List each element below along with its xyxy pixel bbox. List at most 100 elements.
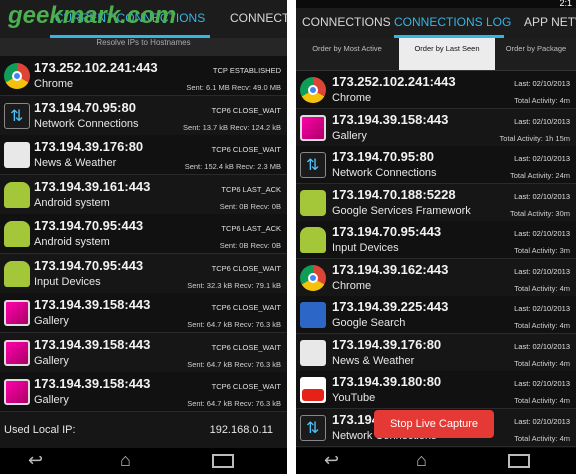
log-activity: Total Activity: 24m (509, 171, 570, 180)
tab-connections-log[interactable]: CONNECTIONS LOG (394, 8, 511, 38)
log-row[interactable]: 173.194.39.162:443 Chrome Last: 02/10/2013… (296, 258, 576, 297)
connection-row[interactable]: 173.194.39.158:443 Gallery TCP6 CLOSE_WAIT… (0, 372, 287, 412)
log-row[interactable]: 173.194.39.158:443 Gallery Last: 02/10/201… (296, 108, 576, 147)
connection-row[interactable]: 173.194.39.158:443 Gallery TCP6 CLOSE_WAIT… (0, 332, 287, 373)
stop-live-capture-button[interactable]: Stop Live Capture (374, 410, 494, 438)
recent-apps-icon[interactable] (212, 454, 234, 468)
log-ip: 173.194.39.176:80 (332, 336, 442, 352)
connection-ip: 173.194.39.161:443 (34, 178, 151, 194)
log-last-seen: Last: 02/10/2013 (514, 379, 570, 388)
connection-row[interactable]: 173.194.39.158:443 Gallery TCP6 CLOSE_WAIT… (0, 293, 287, 333)
connection-stats: Sent: 64.7 kB Recv: 76.3 kB (187, 320, 281, 329)
youtube-icon (300, 377, 326, 403)
netconn-icon (300, 414, 326, 441)
log-ip: 173.194.39.158:443 (332, 111, 449, 127)
chrome-icon (300, 264, 326, 291)
connection-row[interactable]: 173.194.70.95:443 Input Devices TCP6 CLOSE… (0, 253, 287, 294)
connection-ip: 173.194.39.158:443 (34, 376, 151, 391)
connection-app: Input Devices (34, 275, 101, 288)
log-row[interactable]: 173.194.39.225:443 Google Search Last: 02/… (296, 296, 576, 334)
log-row[interactable]: 173.194.70.188:5228 Google Services Frame… (296, 183, 576, 222)
tab-connections-log[interactable]: CONNECTIO (230, 0, 287, 38)
back-icon[interactable]: ↩ (324, 450, 339, 471)
sort-package-button[interactable]: Order by Package (496, 38, 576, 70)
connection-stats: Sent: 13.7 kB Recv: 124.2 kB (183, 122, 281, 132)
resolve-hostnames-toggle[interactable]: Resolve IPs to Hostnames (0, 38, 287, 56)
news-icon (4, 142, 30, 168)
tab-connections[interactable]: CONNECTIONS (302, 8, 391, 38)
log-activity: Total Activity: 4m (514, 283, 570, 293)
chrome-icon (4, 63, 30, 89)
log-row[interactable]: 173.194.39.176:80 News & Weather Last: 02/… (296, 333, 576, 372)
connection-ip: 173.194.39.176:80 (34, 139, 144, 154)
gsearch-icon (300, 302, 326, 328)
local-ip-row: Used Local IP: 192.168.0.11 (0, 412, 287, 449)
log-activity: Total Activity: 4m (514, 96, 570, 105)
connection-state: TCP6 CLOSE_WAIT (211, 145, 281, 154)
connection-stats: Sent: 6.1 MB Recv: 49.0 MB (186, 83, 281, 92)
log-last-seen: Last: 02/10/2013 (514, 229, 570, 238)
log-ip: 173.194.39.225:443 (332, 299, 449, 314)
right-phone-screen: CONNECTIONS CONNECTIONS LOG APP NETW 2:1… (296, 0, 576, 474)
netconn-icon (300, 152, 326, 178)
connection-ip: 173.194.70.95:443 (34, 218, 144, 233)
nav-bar: ↩ ⌂ (296, 448, 576, 474)
log-last-seen: Last: 02/10/2013 (514, 79, 570, 88)
log-last-seen: Last: 02/10/2013 (514, 154, 570, 163)
sort-most-active-button[interactable]: Order by Most Active (296, 38, 398, 70)
back-icon[interactable]: ↩ (28, 450, 43, 471)
log-app: Google Services Framework (332, 204, 471, 217)
android-icon (4, 221, 30, 247)
connection-row[interactable]: 173.194.39.161:443 Android system TCP6 LAS… (0, 174, 287, 215)
recent-apps-icon[interactable] (508, 454, 530, 468)
connection-stats: Sent: 32.3 kB Recv: 79.1 kB (187, 280, 281, 290)
log-ip: 173.194.70.95:80 (332, 149, 434, 164)
left-phone-screen: CURRENT CONNECTIONS CONNECTIO geekmark.c… (0, 0, 287, 474)
connection-row[interactable]: 173.194.39.176:80 News & Weather TCP6 CLOS… (0, 135, 287, 175)
connection-row[interactable]: 173.194.70.95:80 Network Connections TCP6 … (0, 95, 287, 136)
log-activity: Total Activity: 4m (514, 396, 570, 405)
log-ip: 173.194.70.188:5228 (332, 186, 456, 202)
news-icon (300, 339, 326, 366)
log-ip: 173.194.39.162:443 (332, 261, 449, 277)
connection-state: TCP6 CLOSE_WAIT (211, 382, 281, 391)
status-bar: 2:1 (296, 0, 576, 8)
local-ip-value: 192.168.0.11 (209, 424, 273, 436)
log-app: Gallery (332, 129, 367, 142)
log-ip: 173.194.70.95:443 (332, 224, 442, 239)
log-app: Chrome (332, 279, 372, 292)
connection-app: Chrome (34, 78, 74, 90)
connection-state: TCP6 CLOSE_WAIT (211, 105, 281, 115)
home-icon[interactable]: ⌂ (416, 450, 427, 471)
local-ip-label: Used Local IP: (4, 424, 76, 436)
connection-row[interactable]: 173.194.70.95:443 Android system TCP6 LAST… (0, 214, 287, 254)
connection-ip: 173.194.70.95:443 (34, 257, 144, 273)
tab-app-network[interactable]: APP NETW (524, 8, 576, 38)
tab-bar: CURRENT CONNECTIONS CONNECTIO geekmark.c… (0, 0, 287, 39)
connection-state: TCP ESTABLISHED (212, 66, 281, 75)
android-icon (4, 181, 30, 208)
log-ip: 173.252.102.241:443 (332, 74, 456, 89)
log-last-seen: Last: 02/10/2013 (514, 266, 570, 276)
log-last-seen: Last: 02/10/2013 (514, 416, 570, 426)
log-app: News & Weather (332, 354, 415, 367)
connection-ip: 173.194.70.95:80 (34, 99, 136, 115)
home-icon[interactable]: ⌂ (120, 450, 131, 471)
gsf-icon (300, 189, 326, 216)
nav-bar: ↩ ⌂ (0, 448, 287, 474)
connection-state: TCP6 LAST_ACK (221, 224, 281, 233)
log-row[interactable]: 173.194.70.95:80 Network Connections Last:… (296, 146, 576, 184)
log-row[interactable]: 173.194.70.95:443 Input Devices Last: 02/1… (296, 221, 576, 259)
connection-row[interactable]: 173.252.102.241:443 Chrome TCP ESTABLISHED… (0, 56, 287, 96)
log-row[interactable]: 173.194.39.180:80 YouTube Last: 02/10/2013… (296, 371, 576, 409)
gallery-icon (4, 300, 30, 326)
connection-state: TCP6 LAST_ACK (221, 184, 281, 194)
log-activity: Total Activity: 4m (514, 321, 570, 330)
connection-app: News & Weather (34, 157, 117, 169)
sort-last-seen-button[interactable]: Order by Last Seen (399, 38, 495, 70)
log-ip: 173.194.39.180:80 (332, 374, 442, 389)
watermark-logo: geekmark.com (8, 2, 177, 29)
log-app: Network Connections (332, 167, 437, 179)
log-row[interactable]: 173.252.102.241:443 Chrome Last: 02/10/201… (296, 71, 576, 109)
connection-stats: Sent: 0B Recv: 0B (219, 241, 281, 250)
